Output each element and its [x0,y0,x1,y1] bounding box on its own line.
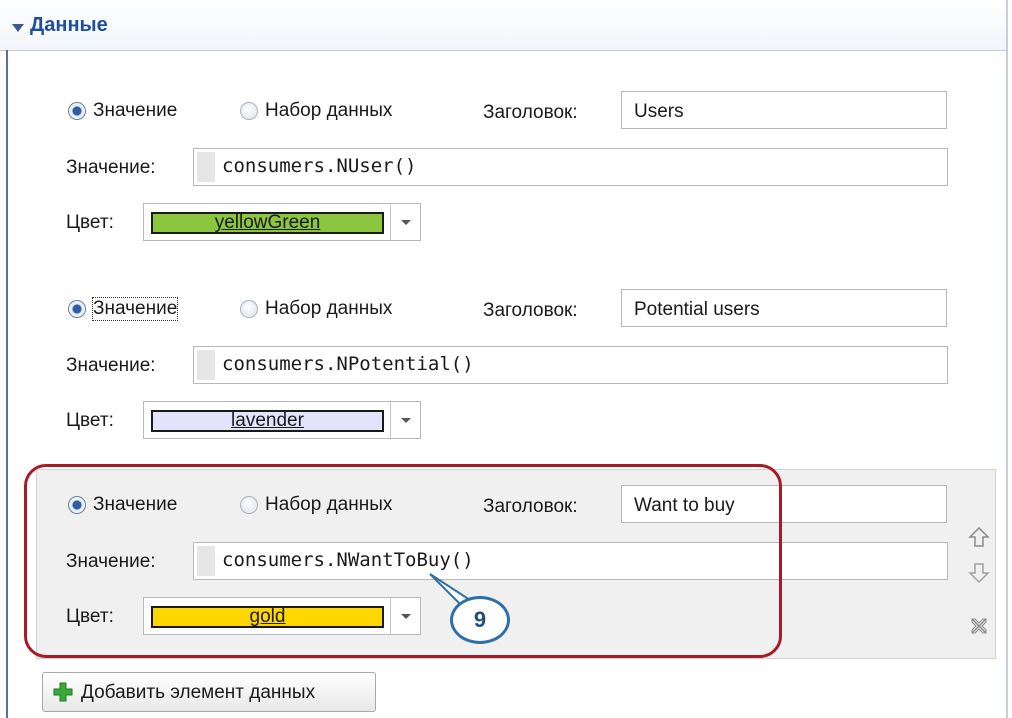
caption-label: Заголовок: [483,300,578,321]
radio-dataset[interactable] [240,300,258,318]
value-label: Значение: [66,355,156,376]
add-data-item-button[interactable]: Добавить элемент данных [42,672,376,712]
value-expression-field[interactable]: consumers.NWantToBuy() [193,542,948,580]
data-item-3: Значение Набор данных Заголовок: Want to… [0,482,1012,662]
collapse-triangle-icon[interactable] [12,24,24,32]
color-dropdown[interactable]: gold [143,597,421,635]
chevron-down-icon [401,220,411,225]
value-label: Значение: [66,551,156,572]
radio-dataset-label[interactable]: Набор данных [265,494,392,516]
value-expression: consumers.NWantToBuy() [222,549,474,571]
radio-value[interactable] [68,300,86,318]
chevron-down-icon [401,418,411,423]
chevron-down-icon [401,614,411,619]
add-button-label: Добавить элемент данных [81,682,316,703]
caption-label: Заголовок: [483,102,578,123]
field-gutter [197,152,215,182]
dropdown-button[interactable] [390,204,421,240]
radio-dataset-label[interactable]: Набор данных [265,298,392,320]
caption-input[interactable]: Potential users [621,289,947,327]
color-swatch: yellowGreen [151,212,384,234]
callout-badge: 9 [450,596,510,644]
radio-value-label[interactable]: Значение [93,494,177,516]
field-gutter [197,350,215,380]
color-swatch: gold [151,606,384,628]
move-down-icon[interactable] [966,562,992,590]
radio-value[interactable] [68,102,86,120]
color-name: lavender [231,410,304,431]
radio-dataset-label[interactable]: Набор данных [265,100,392,122]
caption-input[interactable]: Users [621,91,947,129]
color-label: Цвет: [66,606,114,627]
field-gutter [197,546,215,576]
section-header[interactable]: Данные [0,0,1006,51]
caption-input[interactable]: Want to buy [621,485,947,523]
plus-icon [53,682,73,702]
color-swatch: lavender [151,410,384,432]
value-expression-field[interactable]: consumers.NPotential() [193,346,948,384]
data-item-2: Значение Набор данных Заголовок: Potenti… [0,286,1012,466]
color-name: yellowGreen [214,212,321,233]
radio-dataset[interactable] [240,102,258,120]
value-expression: consumers.NUser() [222,155,417,177]
section-title: Данные [30,14,108,36]
remove-icon[interactable] [966,616,992,642]
radio-value[interactable] [68,496,86,514]
color-label: Цвет: [66,410,114,431]
dropdown-button[interactable] [390,402,421,438]
color-name: gold [249,606,286,627]
color-label: Цвет: [66,212,114,233]
value-expression: consumers.NPotential() [222,353,474,375]
dropdown-button[interactable] [390,598,421,634]
data-item-1: Значение Набор данных Заголовок: Users З… [0,88,1012,268]
caption-label: Заголовок: [483,496,578,517]
value-label: Значение: [66,157,156,178]
radio-value-label[interactable]: Значение [91,297,179,321]
color-dropdown[interactable]: yellowGreen [143,203,421,241]
radio-dataset[interactable] [240,496,258,514]
radio-value-label[interactable]: Значение [93,100,177,122]
move-up-icon[interactable] [966,526,992,554]
value-expression-field[interactable]: consumers.NUser() [193,148,948,186]
color-dropdown[interactable]: lavender [143,401,421,439]
